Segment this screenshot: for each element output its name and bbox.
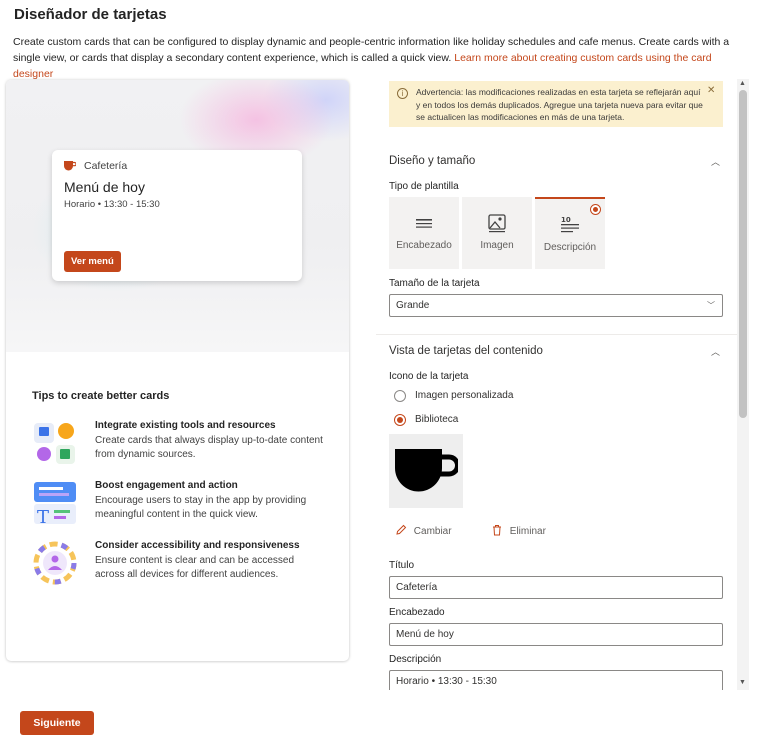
accessibility-illustration-icon [33, 541, 77, 585]
radio-label[interactable]: Biblioteca [415, 414, 458, 425]
description-template-icon: 10 [561, 216, 579, 233]
card-size-label: Tamaño de la tarjeta [389, 278, 480, 289]
tips-title: Tips to create better cards [32, 390, 170, 402]
page-title: Diseñador de tarjetas [14, 6, 167, 23]
page-description: Create custom cards that can be configur… [13, 34, 748, 82]
template-tile-description[interactable]: 10 Descripción [535, 197, 605, 269]
card-title: Menú de hoy [64, 179, 145, 195]
card-icon-preview [389, 434, 463, 508]
tip-item: T Boost engagement and action Encourage … [32, 480, 332, 530]
coffee-cup-icon [395, 449, 458, 492]
chevron-up-icon[interactable]: ︿ [711, 155, 720, 168]
change-icon-button[interactable]: Cambiar [395, 524, 452, 537]
scroll-down-icon[interactable]: ▼ [739, 679, 746, 686]
pencil-icon [396, 524, 407, 535]
info-icon: i [397, 88, 408, 99]
title-field-label: Título [389, 560, 415, 571]
template-type-label: Tipo de plantilla [389, 181, 459, 192]
delete-label: Eliminar [509, 526, 546, 537]
view-menu-button[interactable]: Ver menú [64, 251, 121, 272]
tip-item: Integrate existing tools and resources C… [32, 420, 332, 470]
template-tile-label: Encabezado [396, 240, 452, 251]
tip-text: Create cards that always display up-to-d… [95, 435, 323, 460]
template-tile-label: Imagen [480, 240, 514, 251]
svg-text:T: T [37, 507, 49, 526]
heading-template-icon [416, 219, 432, 228]
svg-text:10: 10 [561, 216, 571, 224]
section-divider [376, 334, 738, 335]
preview-card: Cafetería Menú de hoy Horario • 13:30 - … [52, 150, 302, 281]
heading-input[interactable]: Menú de hoy [389, 623, 723, 646]
coffee-cup-icon [64, 161, 76, 171]
card-preview-panel: Cafetería Menú de hoy Horario • 13:30 - … [6, 80, 349, 661]
selected-radio-icon [590, 204, 601, 215]
tip-text: Encourage users to stay in the app by pr… [95, 495, 307, 520]
description-input[interactable]: Horario • 13:30 - 15:30 [389, 670, 723, 690]
template-tile-image[interactable]: Imagen [462, 197, 532, 269]
card-size-select[interactable]: Grande ﹀ [389, 294, 723, 317]
template-tile-heading[interactable]: Encabezado [389, 197, 459, 269]
tip-heading: Consider accessibility and responsivenes… [95, 540, 300, 551]
title-input[interactable]: Cafetería [389, 576, 723, 599]
scroll-up-icon[interactable]: ▲ [739, 80, 746, 87]
scrollbar-thumb[interactable] [739, 90, 747, 418]
warning-banner: i Advertencia: las modificaciones realiz… [389, 81, 723, 127]
card-size-value: Grande [396, 300, 430, 311]
card-app-name: Cafetería [84, 160, 128, 172]
tools-illustration-icon [34, 423, 75, 464]
section-content-title[interactable]: Vista de tarjetas del contenido [389, 345, 543, 357]
next-button[interactable]: Siguiente [20, 711, 94, 735]
chevron-up-icon[interactable]: ︿ [711, 345, 720, 358]
card-subtitle: Horario • 13:30 - 15:30 [64, 199, 160, 210]
delete-icon-button[interactable]: Eliminar [491, 524, 546, 537]
radio-library[interactable] [394, 414, 406, 426]
heading-field-label: Encabezado [389, 607, 445, 618]
radio-label[interactable]: Imagen personalizada [415, 390, 513, 401]
card-settings-panel: i Advertencia: las modificaciones realiz… [376, 79, 738, 690]
image-template-icon [488, 214, 506, 233]
tip-item: Consider accessibility and responsivenes… [32, 540, 332, 590]
close-icon[interactable]: ✕ [707, 85, 715, 96]
template-tile-label: Descripción [543, 242, 597, 253]
radio-custom-image[interactable] [394, 390, 406, 402]
tip-heading: Integrate existing tools and resources [95, 420, 276, 431]
tip-text: Ensure content is clear and can be acces… [95, 555, 295, 580]
chevron-down-icon: ﹀ [707, 301, 715, 310]
trash-icon [493, 525, 501, 536]
section-layout-title[interactable]: Diseño y tamaño [389, 155, 475, 167]
card-icon-label: Icono de la tarjeta [389, 371, 469, 382]
description-field-label: Descripción [389, 654, 442, 665]
engagement-illustration-icon: T [34, 482, 76, 526]
change-label: Cambiar [413, 526, 452, 537]
tip-heading: Boost engagement and action [95, 480, 238, 491]
warning-text: Advertencia: las modificaciones realizad… [416, 87, 703, 122]
